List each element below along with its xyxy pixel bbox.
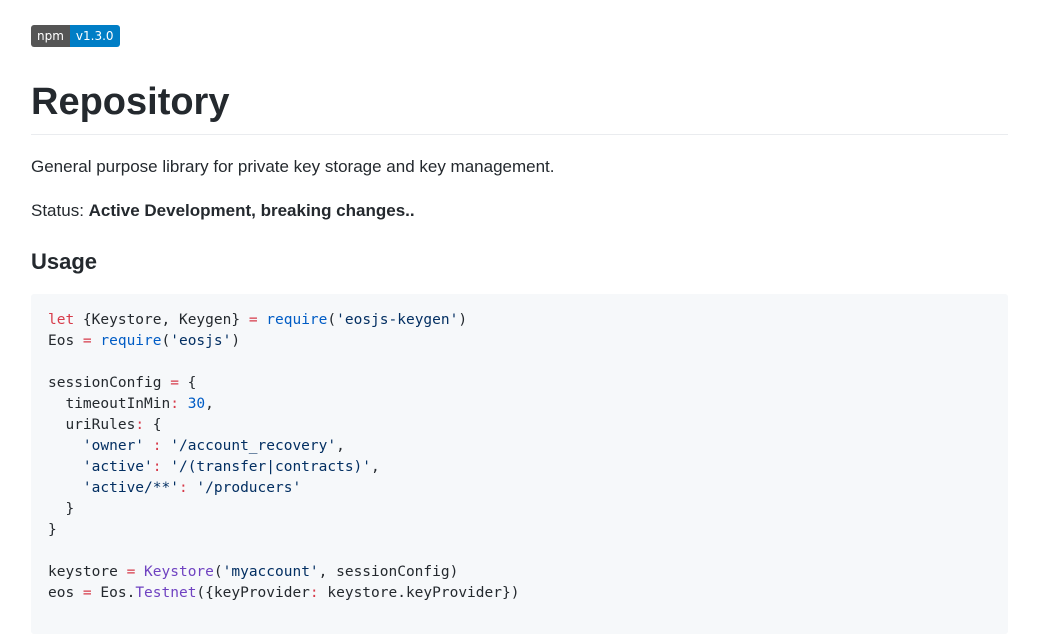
code-token: 'active' (82, 459, 153, 475)
code-token: 'owner' (82, 438, 145, 454)
code-token: require (100, 333, 162, 349)
code-token: } (48, 522, 57, 538)
code-content: let {Keystore, Keygen} = require('eosjs-… (48, 310, 1008, 604)
code-token: , (336, 438, 345, 454)
code-token: '/producers' (196, 480, 302, 496)
code-token: = (82, 585, 92, 601)
code-token: ) (231, 333, 241, 349)
code-token: : (135, 417, 145, 433)
code-token: keystore.keyProvider}) (318, 585, 520, 601)
npm-version-badge[interactable]: npm v1.3.0 (31, 25, 120, 47)
code-token: 'eosjs-keygen' (336, 312, 459, 328)
code-line: } (48, 520, 1008, 541)
code-line: 'active': '/(transfer|contracts)', (48, 457, 1008, 478)
code-token: ( (327, 312, 337, 328)
code-token: let (48, 312, 75, 328)
code-token: = (170, 375, 179, 391)
code-token: 30 (187, 396, 206, 412)
status-label: Status: (31, 201, 84, 220)
code-token: Testnet (135, 585, 197, 601)
code-token: , (205, 396, 214, 412)
code-token: ({keyProvider (196, 585, 310, 601)
code-token: : (309, 585, 319, 601)
code-token: sessionConfig (48, 375, 171, 391)
code-token: = (82, 333, 92, 349)
code-token: '/account_recovery' (170, 438, 337, 454)
code-token: : (152, 459, 162, 475)
code-line: keystore = Keystore('myaccount', session… (48, 562, 1008, 583)
code-token: Eos (48, 333, 83, 349)
code-token: { (144, 417, 162, 433)
code-token: {Keystore, Keygen} (74, 312, 249, 328)
code-line: timeoutInMin: 30, (48, 394, 1008, 415)
code-line: eos = Eos.Testnet({keyProvider: keystore… (48, 583, 1008, 604)
code-token: 'active/**' (82, 480, 179, 496)
code-token: = (248, 312, 258, 328)
code-token: = (126, 564, 136, 580)
code-line: Eos = require('eosjs') (48, 331, 1008, 352)
code-token: : (178, 480, 188, 496)
description-text: General purpose library for private key … (31, 157, 555, 176)
code-token: Keystore (144, 564, 214, 580)
code-token: eos (48, 585, 83, 601)
code-token: { (178, 375, 197, 391)
code-token: 'myaccount' (222, 564, 319, 580)
page-title: Repository (31, 81, 230, 123)
usage-heading: Usage (31, 249, 98, 274)
code-token: ) (458, 312, 468, 328)
code-token: keystore (48, 564, 127, 580)
code-line: 'active/**': '/producers' (48, 478, 1008, 499)
code-token: , sessionConfig) (318, 564, 459, 580)
code-token: uriRules (48, 417, 136, 433)
code-token: } (48, 501, 75, 517)
code-token: timeoutInMin (48, 396, 171, 412)
status-value: Active Development, breaking changes.. (88, 201, 415, 220)
title-divider (31, 134, 1008, 135)
code-token: ( (161, 333, 171, 349)
code-block[interactable]: let {Keystore, Keygen} = require('eosjs-… (31, 294, 1008, 634)
code-token: ( (213, 564, 223, 580)
code-token: , (371, 459, 380, 475)
code-token: 'eosjs' (170, 333, 232, 349)
status-line: Status: Active Development, breaking cha… (31, 200, 415, 222)
code-line: 'owner' : '/account_recovery', (48, 436, 1008, 457)
code-token: Eos. (91, 585, 136, 601)
code-line: sessionConfig = { (48, 373, 1008, 394)
code-token: '/(transfer|contracts)' (170, 459, 372, 475)
badge-version: v1.3.0 (69, 25, 120, 47)
code-line: } (48, 499, 1008, 520)
code-token: require (266, 312, 328, 328)
code-line: let {Keystore, Keygen} = require('eosjs-… (48, 310, 1008, 331)
code-token: : (152, 438, 162, 454)
code-line: uriRules: { (48, 415, 1008, 436)
code-token: : (170, 396, 179, 412)
badge-label: npm (31, 25, 70, 47)
